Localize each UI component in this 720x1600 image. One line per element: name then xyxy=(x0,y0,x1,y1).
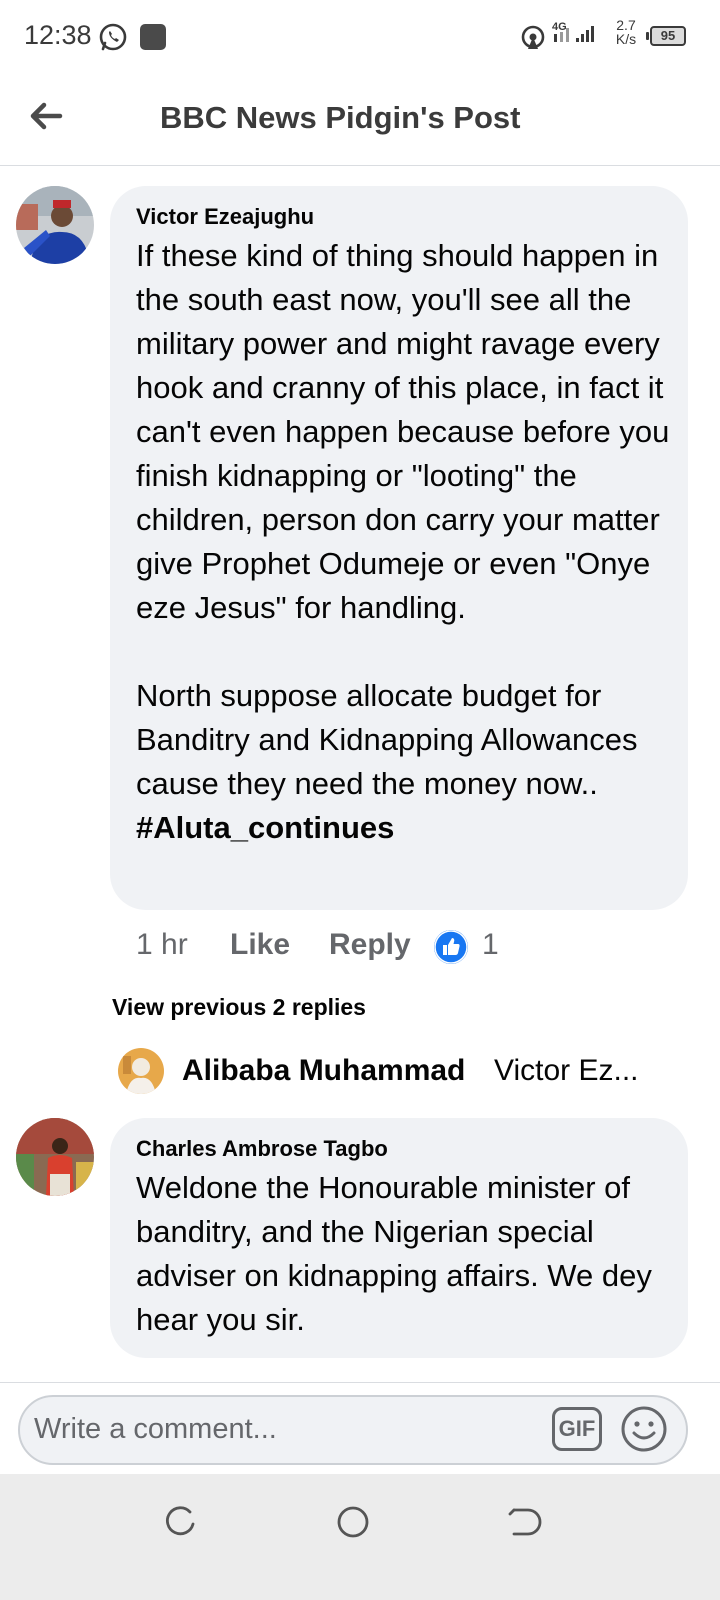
comment-input-container[interactable]: Write a comment... GIF xyxy=(18,1395,688,1465)
avatar[interactable] xyxy=(16,186,94,264)
comment-author[interactable]: Charles Ambrose Tagbo xyxy=(136,1136,388,1162)
status-bar: 12:38 4G 2.7 K/s 95 xyxy=(0,0,720,72)
home-icon[interactable] xyxy=(333,1502,373,1542)
system-navigation-bar xyxy=(0,1474,720,1600)
comment-author[interactable]: Victor Ezeajughu xyxy=(136,204,314,230)
signal-icon: 4G xyxy=(552,21,594,42)
avatar-image xyxy=(118,1048,164,1094)
battery-icon: 95 xyxy=(646,26,686,46)
status-time: 12:38 xyxy=(24,20,92,50)
whatsapp-icon xyxy=(99,23,127,51)
back-arrow-icon[interactable] xyxy=(26,96,66,136)
comment-bubble[interactable]: Charles Ambrose Tagbo Weldone the Honour… xyxy=(110,1118,688,1358)
like-reaction-icon[interactable] xyxy=(434,930,468,964)
reply-author[interactable]: Alibaba Muhammad xyxy=(182,1054,465,1088)
notification-square-icon xyxy=(140,24,166,50)
avatar[interactable] xyxy=(16,1118,94,1196)
comment-composer-bar: Write a comment... GIF xyxy=(0,1382,720,1474)
comment-time: 1 hr xyxy=(136,928,188,961)
avatar[interactable] xyxy=(118,1048,164,1094)
network-type-label: 4G xyxy=(552,21,567,33)
hotspot-icon xyxy=(521,25,545,49)
network-speed-value: 2.7 xyxy=(616,17,636,33)
like-button[interactable]: Like xyxy=(230,928,290,962)
avatar-image xyxy=(16,1118,94,1196)
back-icon[interactable] xyxy=(506,1502,546,1542)
latest-reply-preview[interactable]: Alibaba Muhammad Victor Ez... xyxy=(118,1048,678,1098)
reply-snippet: Victor Ez... xyxy=(494,1054,639,1087)
comment-text: Weldone the Honourable minister of bandi… xyxy=(136,1170,661,1337)
reply-button[interactable]: Reply xyxy=(329,928,411,962)
battery-level: 95 xyxy=(660,28,676,43)
recent-apps-icon[interactable] xyxy=(160,1502,200,1542)
page-title: BBC News Pidgin's Post xyxy=(160,100,521,135)
emoji-icon[interactable] xyxy=(620,1405,668,1453)
hashtag-link[interactable]: #Aluta_continues xyxy=(136,810,394,845)
comment-actions: 1 hr Like Reply 1 xyxy=(136,922,636,972)
comment-text: If these kind of thing should happen in … xyxy=(136,234,676,850)
network-speed: 2.7 K/s xyxy=(612,18,640,46)
comment-bubble[interactable]: Victor Ezeajughu If these kind of thing … xyxy=(110,186,688,910)
gif-button[interactable]: GIF xyxy=(552,1407,602,1451)
comment-input[interactable]: Write a comment... xyxy=(34,1413,277,1446)
reaction-count: 1 xyxy=(482,928,499,961)
view-previous-replies-link[interactable]: View previous 2 replies xyxy=(112,994,366,1021)
post-header: BBC News Pidgin's Post xyxy=(0,78,720,166)
network-speed-unit: K/s xyxy=(615,31,637,47)
comment-body: If these kind of thing should happen in … xyxy=(136,238,670,801)
avatar-image xyxy=(16,186,94,264)
